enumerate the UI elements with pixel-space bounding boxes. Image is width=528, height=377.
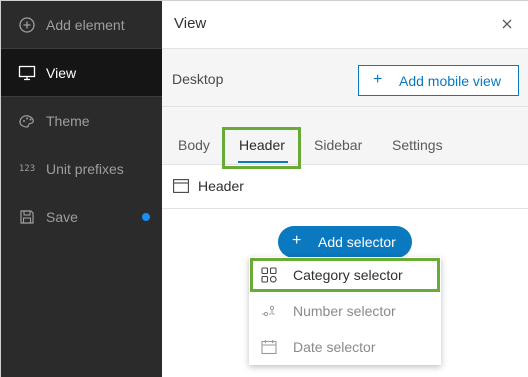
- menu-highlight-box: [250, 258, 440, 292]
- selector-menu: Category selector Number selector Date s…: [249, 257, 441, 365]
- sidebar-item-label: Unit prefixes: [46, 161, 124, 177]
- sidebar-item-view[interactable]: View: [1, 49, 162, 97]
- sidebar-item-label: Theme: [46, 113, 90, 129]
- plus-circle-icon: [18, 16, 36, 34]
- add-selector-button[interactable]: + Add selector: [278, 226, 412, 258]
- tab-bar: Body Header Sidebar Settings: [162, 107, 528, 169]
- sidebar-item-save[interactable]: Save: [1, 193, 162, 241]
- save-icon: [18, 208, 36, 226]
- sidebar-item-label: Add element: [46, 17, 125, 33]
- add-selector-label: Add selector: [318, 234, 396, 250]
- tab-settings[interactable]: Settings: [392, 137, 443, 153]
- desktop-icon: [18, 64, 36, 82]
- tab-sidebar[interactable]: Sidebar: [314, 137, 362, 153]
- unit-123-icon: 123: [18, 164, 36, 174]
- menu-item-number-selector[interactable]: Number selector: [249, 293, 441, 329]
- sidebar-item-label: Save: [46, 209, 78, 225]
- plus-icon: +: [292, 232, 302, 249]
- tab-highlight-box: [222, 127, 301, 169]
- sidebar-item-label: View: [46, 65, 77, 81]
- panel-title: View: [174, 15, 207, 32]
- sidebar: Add element View Theme 123 Unit prefixes…: [1, 1, 162, 377]
- sidebar-item-unit-prefixes[interactable]: 123 Unit prefixes: [1, 145, 162, 193]
- menu-item-label: Number selector: [293, 303, 396, 319]
- tab-body[interactable]: Body: [178, 137, 210, 153]
- palette-icon: [18, 112, 36, 130]
- add-mobile-view-label: Add mobile view: [399, 73, 501, 89]
- close-icon: [502, 19, 512, 29]
- unsaved-indicator-dot: [142, 213, 150, 221]
- plus-icon: +: [373, 71, 383, 88]
- sidebar-item-add-element[interactable]: Add element: [1, 1, 162, 49]
- menu-item-date-selector[interactable]: Date selector: [249, 329, 441, 365]
- app-frame: Add element View Theme 123 Unit prefixes…: [0, 0, 528, 377]
- add-mobile-view-button[interactable]: + Add mobile view: [358, 65, 519, 96]
- header-section-label: Header: [198, 178, 244, 194]
- menu-item-label: Date selector: [293, 339, 376, 355]
- panel-header: View: [162, 1, 528, 49]
- close-button[interactable]: [498, 15, 516, 33]
- number-slider-icon: [261, 303, 277, 319]
- device-label: Desktop: [172, 71, 224, 87]
- sidebar-item-theme[interactable]: Theme: [1, 97, 162, 145]
- header-section-row: Header: [162, 165, 528, 209]
- view-panel: View Desktop + Add mobile view Body Head…: [162, 1, 528, 377]
- header-layout-icon: [173, 179, 189, 193]
- device-row: Desktop + Add mobile view: [162, 49, 528, 107]
- calendar-icon: [261, 339, 277, 355]
